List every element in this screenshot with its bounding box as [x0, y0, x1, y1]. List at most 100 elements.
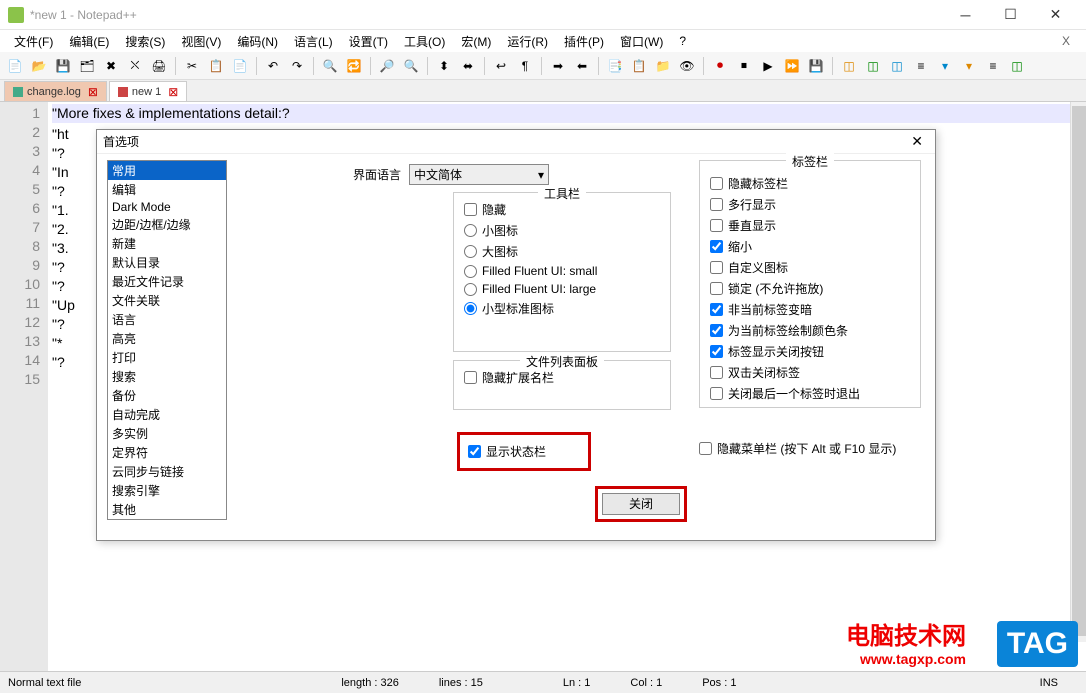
- tabbar-inactive-dark-checkbox[interactable]: 非当前标签变暗: [710, 299, 910, 320]
- show-statusbar-checkbox[interactable]: 显示状态栏: [468, 441, 546, 462]
- menu-search[interactable]: 搜索(S): [117, 31, 173, 52]
- checkbox[interactable]: [464, 203, 477, 216]
- toolbar-large-radio[interactable]: 大图标: [464, 241, 660, 262]
- monitor-icon[interactable]: 👁: [677, 56, 697, 76]
- show-all-icon[interactable]: ¶: [515, 56, 535, 76]
- func-list-icon[interactable]: 📋: [629, 56, 649, 76]
- checkbox[interactable]: [710, 177, 723, 190]
- list-item[interactable]: 打印: [108, 348, 226, 367]
- sync-h-icon[interactable]: ⬌: [458, 56, 478, 76]
- replace-icon[interactable]: 🔁: [344, 56, 364, 76]
- find-icon[interactable]: 🔍: [320, 56, 340, 76]
- maximize-button[interactable]: ☐: [988, 0, 1033, 30]
- list-item[interactable]: 最近文件记录: [108, 272, 226, 291]
- checkbox[interactable]: [710, 219, 723, 232]
- list-item[interactable]: 云同步与链接: [108, 462, 226, 481]
- tool3-icon[interactable]: ◫: [887, 56, 907, 76]
- list-item[interactable]: 备份: [108, 386, 226, 405]
- menu-edit[interactable]: 编辑(E): [61, 31, 117, 52]
- list-item[interactable]: 编辑: [108, 180, 226, 199]
- list-item[interactable]: Dark Mode: [108, 199, 226, 215]
- checkbox[interactable]: [710, 324, 723, 337]
- paste-icon[interactable]: 📄: [230, 56, 250, 76]
- tabbar-custom-icon-checkbox[interactable]: 自定义图标: [710, 257, 910, 278]
- dialog-close-button[interactable]: 关闭: [602, 493, 680, 515]
- list-item[interactable]: 边距/边框/边缘: [108, 215, 226, 234]
- vertical-scrollbar[interactable]: [1070, 102, 1086, 642]
- play-icon[interactable]: ▶: [758, 56, 778, 76]
- menu-help[interactable]: ?: [671, 32, 694, 50]
- tabbar-color-bar-checkbox[interactable]: 为当前标签绘制颜色条: [710, 320, 910, 341]
- checkbox[interactable]: [710, 261, 723, 274]
- tabbar-show-close-checkbox[interactable]: 标签显示关闭按钮: [710, 341, 910, 362]
- checkbox[interactable]: [468, 445, 481, 458]
- tab-close-icon[interactable]: ⊠: [168, 85, 178, 99]
- ui-language-dropdown[interactable]: 中文简体 ▾: [409, 164, 549, 185]
- sync-v-icon[interactable]: ⬍: [434, 56, 454, 76]
- menu-settings[interactable]: 设置(T): [341, 31, 396, 52]
- folder-icon[interactable]: 📁: [653, 56, 673, 76]
- tab-new-1[interactable]: new 1 ⊠: [109, 81, 187, 101]
- tabbar-reduce-checkbox[interactable]: 缩小: [710, 236, 910, 257]
- save-macro-icon[interactable]: 💾: [806, 56, 826, 76]
- checkbox[interactable]: [710, 366, 723, 379]
- checkbox[interactable]: [464, 371, 477, 384]
- tabbar-vertical-checkbox[interactable]: 垂直显示: [710, 215, 910, 236]
- menu-encoding[interactable]: 编码(N): [229, 31, 286, 52]
- tool6-icon[interactable]: ▾: [959, 56, 979, 76]
- indent-icon[interactable]: ➡: [548, 56, 568, 76]
- tool1-icon[interactable]: ◫: [839, 56, 859, 76]
- toolbar-std-small-radio[interactable]: 小型标准图标: [464, 298, 660, 319]
- list-item[interactable]: 定界符: [108, 443, 226, 462]
- menu-view[interactable]: 视图(V): [173, 31, 229, 52]
- scrollbar-thumb[interactable]: [1072, 106, 1086, 636]
- checkbox[interactable]: [710, 282, 723, 295]
- tabbar-hide-checkbox[interactable]: 隐藏标签栏: [710, 173, 910, 194]
- radio[interactable]: [464, 224, 477, 237]
- list-item[interactable]: 其他: [108, 500, 226, 519]
- record-icon[interactable]: ⏺: [710, 56, 730, 76]
- new-file-icon[interactable]: 📄: [5, 56, 25, 76]
- toolbar-fluent-small-radio[interactable]: Filled Fluent UI: small: [464, 262, 660, 280]
- tabbar-dblclick-close-checkbox[interactable]: 双击关闭标签: [710, 362, 910, 383]
- list-item[interactable]: 自动完成: [108, 405, 226, 424]
- doc-close-x[interactable]: X: [1052, 34, 1080, 48]
- tool4-icon[interactable]: ≡: [911, 56, 931, 76]
- play-multi-icon[interactable]: ⏩: [782, 56, 802, 76]
- radio[interactable]: [464, 265, 477, 278]
- list-item[interactable]: 文件关联: [108, 291, 226, 310]
- toolbar-hide-checkbox[interactable]: 隐藏: [464, 199, 660, 220]
- toolbar-fluent-large-radio[interactable]: Filled Fluent UI: large: [464, 280, 660, 298]
- radio[interactable]: [464, 245, 477, 258]
- list-item[interactable]: 高亮: [108, 329, 226, 348]
- preferences-category-list[interactable]: 常用 编辑 Dark Mode 边距/边框/边缘 新建 默认目录 最近文件记录 …: [107, 160, 227, 520]
- tool7-icon[interactable]: ≡: [983, 56, 1003, 76]
- close-window-button[interactable]: ✕: [1033, 0, 1078, 30]
- doc-map-icon[interactable]: 📑: [605, 56, 625, 76]
- list-item[interactable]: 新建: [108, 234, 226, 253]
- redo-icon[interactable]: ↷: [287, 56, 307, 76]
- tool8-icon[interactable]: ◫: [1007, 56, 1027, 76]
- tool2-icon[interactable]: ◫: [863, 56, 883, 76]
- zoom-in-icon[interactable]: 🔎: [377, 56, 397, 76]
- close-icon[interactable]: ✖: [101, 56, 121, 76]
- menu-window[interactable]: 窗口(W): [612, 31, 671, 52]
- tab-close-icon[interactable]: ⊠: [88, 85, 98, 99]
- menu-macro[interactable]: 宏(M): [453, 31, 499, 52]
- copy-icon[interactable]: 📋: [206, 56, 226, 76]
- checkbox[interactable]: [710, 387, 723, 400]
- list-item[interactable]: 搜索: [108, 367, 226, 386]
- undo-icon[interactable]: ↶: [263, 56, 283, 76]
- list-item-general[interactable]: 常用: [108, 161, 226, 180]
- list-item[interactable]: 搜索引擎: [108, 481, 226, 500]
- checkbox[interactable]: [710, 240, 723, 253]
- menu-file[interactable]: 文件(F): [6, 31, 61, 52]
- save-icon[interactable]: 💾: [53, 56, 73, 76]
- open-file-icon[interactable]: 📂: [29, 56, 49, 76]
- list-item[interactable]: 多实例: [108, 424, 226, 443]
- tab-change-log[interactable]: change.log ⊠: [4, 81, 107, 101]
- checkbox[interactable]: [699, 442, 712, 455]
- filelist-hide-ext-checkbox[interactable]: 隐藏扩展名栏: [464, 367, 660, 388]
- dialog-close-icon[interactable]: ✕: [905, 133, 929, 150]
- tabbar-multiline-checkbox[interactable]: 多行显示: [710, 194, 910, 215]
